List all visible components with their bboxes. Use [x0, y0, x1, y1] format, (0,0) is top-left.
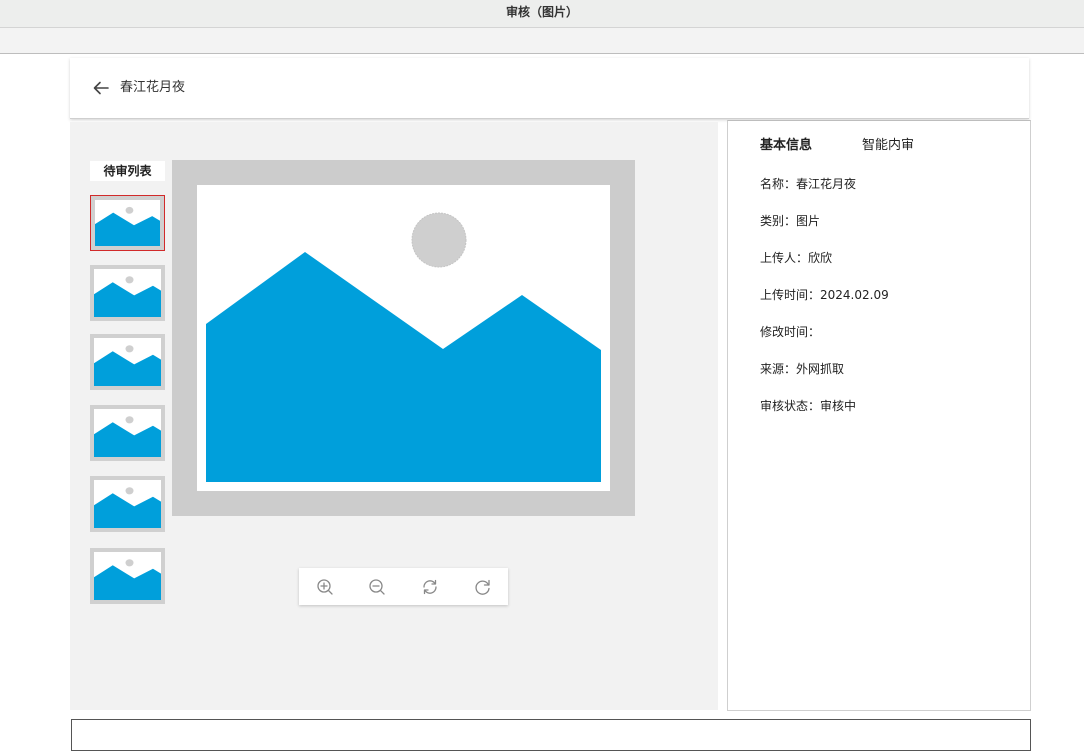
image-placeholder-icon — [94, 276, 161, 317]
image-controls — [299, 568, 508, 605]
image-viewer: 待审列表 — [70, 122, 718, 710]
info-upload-time: 上传时间：2024.02.09 — [760, 288, 889, 302]
image-placeholder-icon — [94, 416, 161, 457]
info-category: 类别：图片 — [760, 214, 821, 228]
rotate-icon[interactable] — [421, 578, 439, 596]
tab-basic-info[interactable]: 基本信息 — [760, 137, 812, 155]
thumbnail-item[interactable] — [90, 405, 165, 461]
zoom-in-icon[interactable] — [316, 578, 334, 596]
thumbnail-item[interactable] — [90, 334, 165, 390]
info-uploader: 上传人：欣欣 — [760, 251, 833, 265]
page-title: 春江花月夜 — [120, 80, 186, 95]
image-placeholder-icon — [206, 212, 601, 482]
image-preview — [172, 160, 635, 516]
page-header: 春江花月夜 — [70, 58, 1029, 119]
thumbnail-item[interactable] — [90, 265, 165, 321]
arrow-left-icon[interactable] — [92, 79, 110, 97]
toolbar-strip — [0, 28, 1084, 54]
image-placeholder-icon — [94, 487, 161, 528]
zoom-out-icon[interactable] — [368, 578, 386, 596]
refresh-icon[interactable] — [474, 578, 492, 596]
image-placeholder-icon — [94, 559, 161, 600]
image-placeholder-icon — [95, 206, 160, 246]
thumbnail-item[interactable] — [90, 195, 165, 251]
info-status: 审核状态：审核中 — [760, 399, 857, 413]
thumbnail-item[interactable] — [90, 476, 165, 532]
window-title: 审核（图片） — [0, 0, 1084, 28]
tab-smart-review[interactable]: 智能内审 — [862, 137, 914, 155]
thumbnail-item[interactable] — [90, 548, 165, 604]
info-panel: 基本信息 智能内审 名称：春江花月夜 类别：图片 上传人：欣欣 上传时间：202… — [727, 120, 1031, 711]
pending-list-label: 待审列表 — [90, 161, 165, 181]
info-name: 名称：春江花月夜 — [760, 177, 857, 191]
info-source: 来源：外网抓取 — [760, 362, 845, 376]
bottom-panel — [71, 719, 1031, 751]
image-placeholder-icon — [94, 345, 161, 386]
info-modify-time: 修改时间： — [760, 325, 821, 339]
